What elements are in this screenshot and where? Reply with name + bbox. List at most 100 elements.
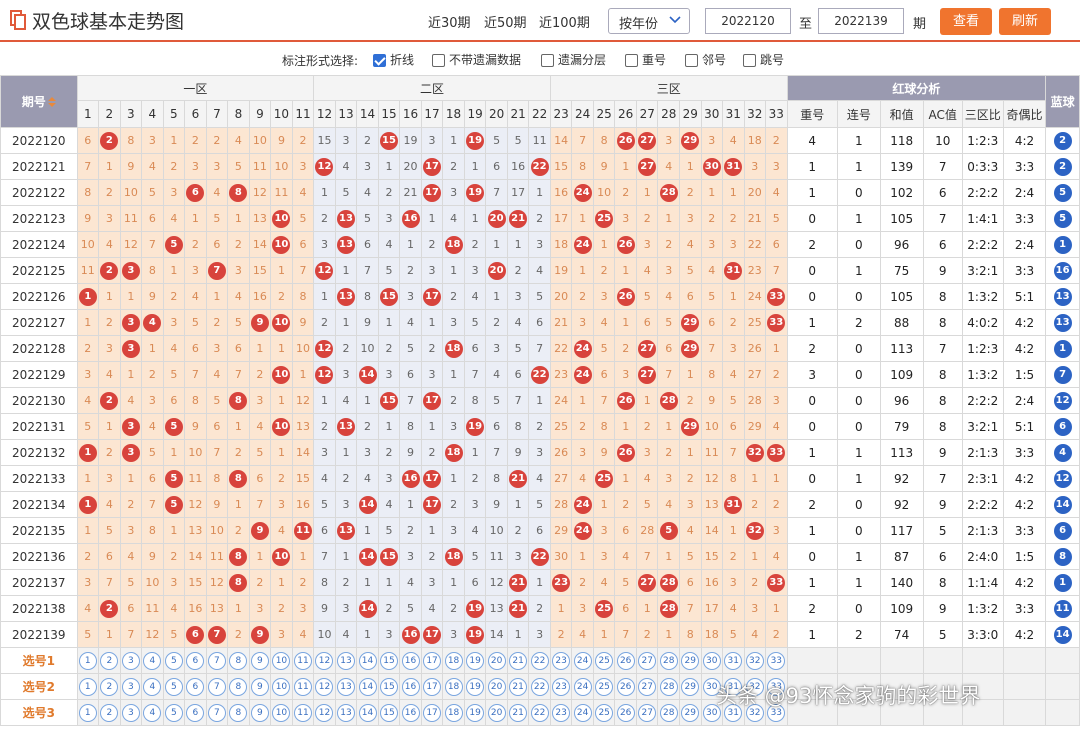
pick-ball[interactable]: 6 <box>186 703 205 722</box>
pick-ball[interactable]: 17 <box>423 677 442 696</box>
pick-ball[interactable]: 9 <box>250 677 269 696</box>
pick-ball[interactable]: 26 <box>616 703 635 722</box>
pick-ball[interactable]: 5 <box>164 651 183 670</box>
pick-ball[interactable]: 29 <box>681 651 700 670</box>
from-issue-input[interactable] <box>705 8 791 34</box>
option-line[interactable]: 折线 <box>373 51 414 68</box>
pick-ball[interactable]: 17 <box>423 703 442 722</box>
option-skip[interactable]: 跳号 <box>743 51 784 68</box>
pick-ball[interactable]: 13 <box>336 703 355 722</box>
pick-ball[interactable]: 3 <box>121 703 140 722</box>
pick-ball[interactable]: 9 <box>250 703 269 722</box>
pick-ball[interactable]: 29 <box>681 703 700 722</box>
pick-ball[interactable]: 28 <box>659 677 678 696</box>
pick-ball[interactable]: 3 <box>121 651 140 670</box>
pick-ball[interactable]: 14 <box>358 677 377 696</box>
pick-ball[interactable]: 18 <box>444 651 463 670</box>
pick-ball[interactable]: 30 <box>702 651 721 670</box>
checkbox-icon[interactable] <box>685 54 698 67</box>
period-link-50[interactable]: 近50期 <box>484 12 527 31</box>
pick-ball[interactable]: 8 <box>229 651 248 670</box>
pick-ball[interactable]: 2 <box>100 651 119 670</box>
pick-ball[interactable]: 21 <box>509 703 528 722</box>
checkbox-icon[interactable] <box>625 54 638 67</box>
period-link-100[interactable]: 近100期 <box>539 12 590 31</box>
issue-header[interactable]: 期号 <box>0 75 78 128</box>
pick-ball[interactable]: 22 <box>530 677 549 696</box>
pick-ball[interactable]: 8 <box>229 703 248 722</box>
checkbox-icon[interactable] <box>743 54 756 67</box>
pick-ball[interactable]: 9 <box>250 651 269 670</box>
to-issue-input[interactable] <box>818 8 904 34</box>
option-repeat[interactable]: 重号 <box>625 51 666 68</box>
pick-ball[interactable]: 1 <box>78 703 97 722</box>
pick-ball[interactable]: 20 <box>487 651 506 670</box>
checkbox-icon[interactable] <box>432 54 445 67</box>
pick-ball[interactable]: 2 <box>100 677 119 696</box>
pick-ball[interactable]: 19 <box>466 677 485 696</box>
pick-ball[interactable]: 16 <box>401 677 420 696</box>
pick-ball[interactable]: 1 <box>78 677 97 696</box>
pick-ball[interactable]: 23 <box>552 651 571 670</box>
option-omission-layer[interactable]: 遗漏分层 <box>541 51 606 68</box>
pick-ball[interactable]: 11 <box>293 651 312 670</box>
pick-ball[interactable]: 10 <box>272 703 291 722</box>
pick-ball[interactable]: 27 <box>638 703 657 722</box>
pick-ball[interactable]: 15 <box>380 703 399 722</box>
pick-ball[interactable]: 15 <box>380 677 399 696</box>
pick-ball[interactable]: 5 <box>164 677 183 696</box>
pick-ball[interactable]: 24 <box>573 651 592 670</box>
pick-ball[interactable]: 22 <box>530 651 549 670</box>
pick-ball[interactable]: 6 <box>186 651 205 670</box>
sort-icon[interactable] <box>47 97 56 107</box>
pick-ball[interactable]: 7 <box>207 703 226 722</box>
pick-ball[interactable]: 7 <box>207 651 226 670</box>
pick-ball[interactable]: 33 <box>767 651 786 670</box>
pick-ball[interactable]: 20 <box>487 677 506 696</box>
pick-ball[interactable]: 24 <box>573 677 592 696</box>
pick-ball[interactable]: 31 <box>724 651 743 670</box>
option-no-omission[interactable]: 不带遗漏数据 <box>432 51 521 68</box>
pick-ball[interactable]: 13 <box>336 677 355 696</box>
pick-ball[interactable]: 21 <box>509 677 528 696</box>
pick-ball[interactable]: 4 <box>143 703 162 722</box>
pick-ball[interactable]: 32 <box>745 651 764 670</box>
pick-ball[interactable]: 25 <box>595 651 614 670</box>
range-mode-select[interactable]: 按年份 <box>608 8 690 34</box>
pick-ball[interactable]: 5 <box>164 703 183 722</box>
refresh-button[interactable]: 刷新 <box>999 8 1051 35</box>
pick-ball[interactable]: 12 <box>315 703 334 722</box>
pick-ball[interactable]: 20 <box>487 703 506 722</box>
pick-ball[interactable]: 25 <box>595 703 614 722</box>
pick-ball[interactable]: 2 <box>100 703 119 722</box>
pick-ball[interactable]: 16 <box>401 651 420 670</box>
pick-ball[interactable]: 23 <box>552 677 571 696</box>
pick-ball[interactable]: 4 <box>143 677 162 696</box>
period-link-30[interactable]: 近30期 <box>428 12 471 31</box>
pick-ball[interactable]: 26 <box>616 677 635 696</box>
pick-ball[interactable]: 15 <box>380 651 399 670</box>
pick-ball[interactable]: 22 <box>530 703 549 722</box>
pick-ball[interactable]: 17 <box>423 651 442 670</box>
pick-ball[interactable]: 19 <box>466 703 485 722</box>
pick-ball[interactable]: 23 <box>552 703 571 722</box>
pick-ball[interactable]: 27 <box>638 677 657 696</box>
pick-ball[interactable]: 16 <box>401 703 420 722</box>
pick-ball[interactable]: 3 <box>121 677 140 696</box>
pick-ball[interactable]: 1 <box>78 651 97 670</box>
pick-ball[interactable]: 25 <box>595 677 614 696</box>
pick-ball[interactable]: 19 <box>466 651 485 670</box>
pick-ball[interactable]: 28 <box>659 703 678 722</box>
pick-ball[interactable]: 11 <box>293 677 312 696</box>
pick-ball[interactable]: 29 <box>681 677 700 696</box>
pick-ball[interactable]: 28 <box>659 651 678 670</box>
pick-ball[interactable]: 27 <box>638 651 657 670</box>
pick-ball[interactable]: 21 <box>509 651 528 670</box>
pick-ball[interactable]: 4 <box>143 651 162 670</box>
pick-ball[interactable]: 12 <box>315 651 334 670</box>
checkbox-checked-icon[interactable] <box>373 54 386 67</box>
pick-ball[interactable]: 13 <box>336 651 355 670</box>
pick-ball[interactable]: 12 <box>315 677 334 696</box>
pick-ball[interactable]: 7 <box>207 677 226 696</box>
pick-ball[interactable]: 24 <box>573 703 592 722</box>
